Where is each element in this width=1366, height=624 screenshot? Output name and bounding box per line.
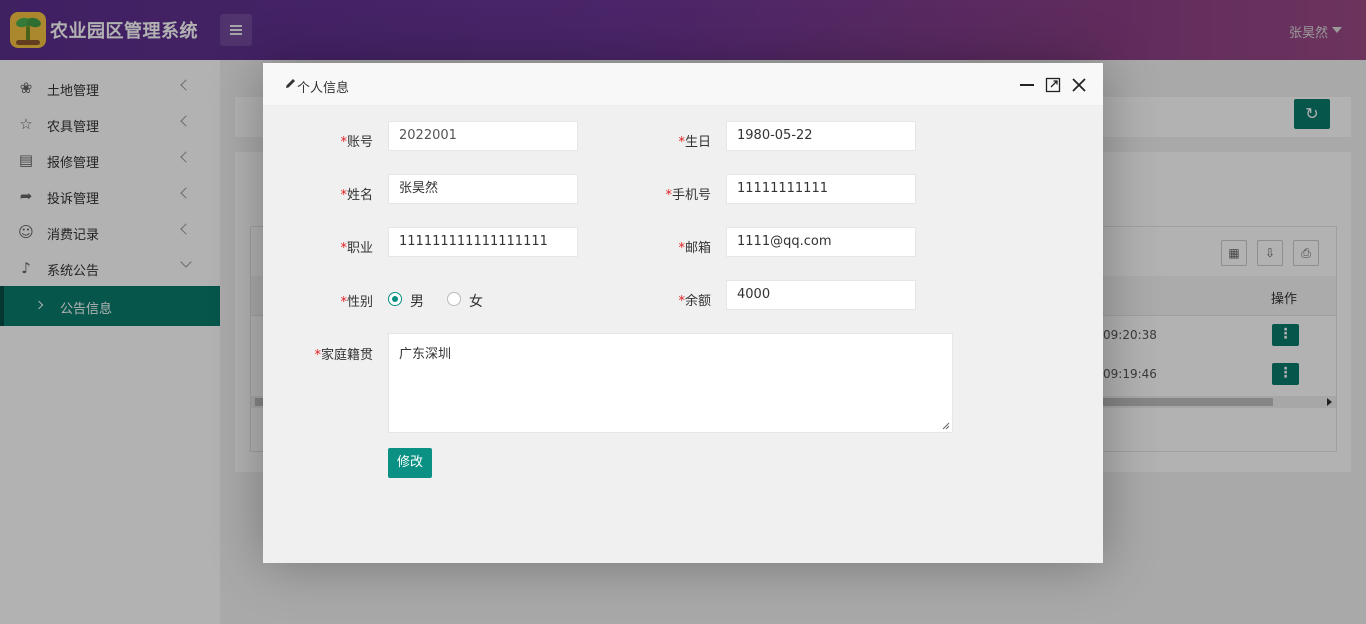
- minimize-icon[interactable]: [1020, 84, 1034, 86]
- gender-option-female[interactable]: 女: [469, 291, 483, 311]
- pencil-icon: [286, 79, 295, 88]
- close-icon[interactable]: [1071, 77, 1087, 93]
- profile-dialog: 个人信息 *账号 2022001 *生日 1980-05-22 *姓名 张昊然 …: [263, 63, 1103, 563]
- job-label: *职业: [340, 241, 373, 256]
- phone-field[interactable]: 11111111111: [726, 174, 916, 204]
- birthday-field[interactable]: 1980-05-22: [726, 121, 916, 151]
- birthday-label: *生日: [678, 135, 711, 150]
- account-label: *账号: [340, 135, 373, 150]
- gender-label: *性别: [340, 295, 373, 310]
- job-field[interactable]: 111111111111111111: [388, 227, 578, 257]
- phone-label: *手机号: [665, 188, 711, 203]
- hometown-value: 广东深圳: [399, 347, 452, 362]
- hometown-textarea[interactable]: 广东深圳: [388, 333, 953, 433]
- gender-radio-female[interactable]: [447, 292, 461, 306]
- modify-button[interactable]: 修改: [388, 448, 432, 478]
- resize-handle-icon[interactable]: [942, 422, 950, 430]
- hometown-label: *家庭籍贯: [314, 348, 373, 363]
- balance-field[interactable]: 4000: [726, 280, 916, 310]
- maximize-icon[interactable]: [1045, 77, 1061, 93]
- dialog-header: 个人信息: [263, 63, 1103, 106]
- account-field[interactable]: 2022001: [388, 121, 578, 151]
- email-field[interactable]: 1111@qq.com: [726, 227, 916, 257]
- gender-option-male[interactable]: 男: [410, 291, 424, 311]
- name-label: *姓名: [340, 188, 373, 203]
- dialog-title: 个人信息: [297, 81, 350, 96]
- email-label: *邮箱: [678, 241, 711, 256]
- name-field[interactable]: 张昊然: [388, 174, 578, 204]
- balance-label: *余额: [678, 294, 711, 309]
- gender-radio-male[interactable]: [388, 292, 402, 306]
